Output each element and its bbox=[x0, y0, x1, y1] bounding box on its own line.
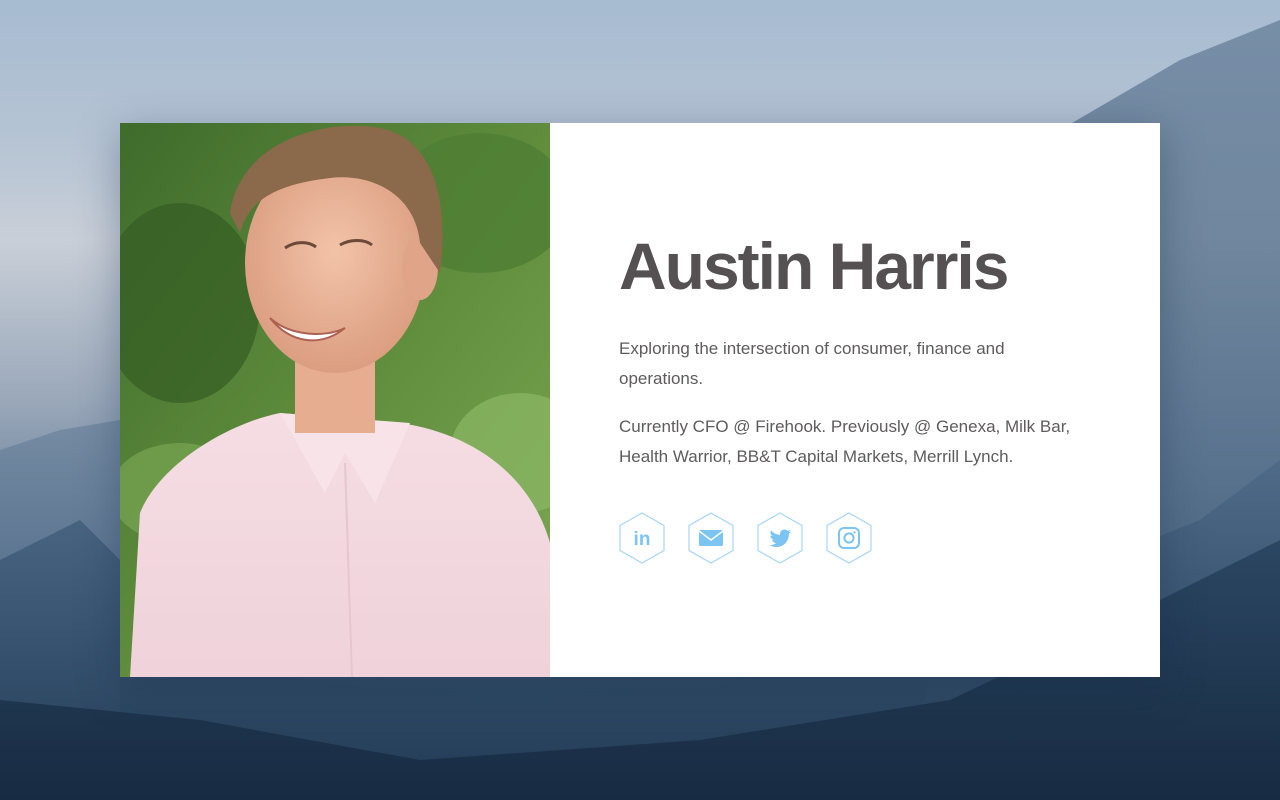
twitter-link[interactable] bbox=[757, 512, 803, 564]
profile-photo bbox=[120, 123, 550, 677]
email-icon bbox=[688, 512, 734, 564]
twitter-icon bbox=[757, 512, 803, 564]
svg-text:in: in bbox=[634, 529, 651, 550]
profile-name: Austin Harris bbox=[619, 229, 1009, 303]
bio-intro-text: Exploring the intersection of consumer, … bbox=[619, 339, 1005, 388]
instagram-link[interactable] bbox=[826, 512, 872, 564]
profile-info: Austin Harris Exploring the intersection… bbox=[619, 123, 1089, 677]
instagram-icon bbox=[826, 512, 872, 564]
portrait-image bbox=[120, 123, 550, 677]
social-links: in bbox=[619, 512, 872, 564]
email-link[interactable] bbox=[688, 512, 734, 564]
linkedin-link[interactable]: in bbox=[619, 512, 665, 564]
profile-card: Austin Harris Exploring the intersection… bbox=[120, 123, 1160, 677]
bio-career-text: Currently CFO @ Firehook. Previously @ G… bbox=[619, 417, 1071, 466]
linkedin-icon: in bbox=[619, 512, 665, 564]
